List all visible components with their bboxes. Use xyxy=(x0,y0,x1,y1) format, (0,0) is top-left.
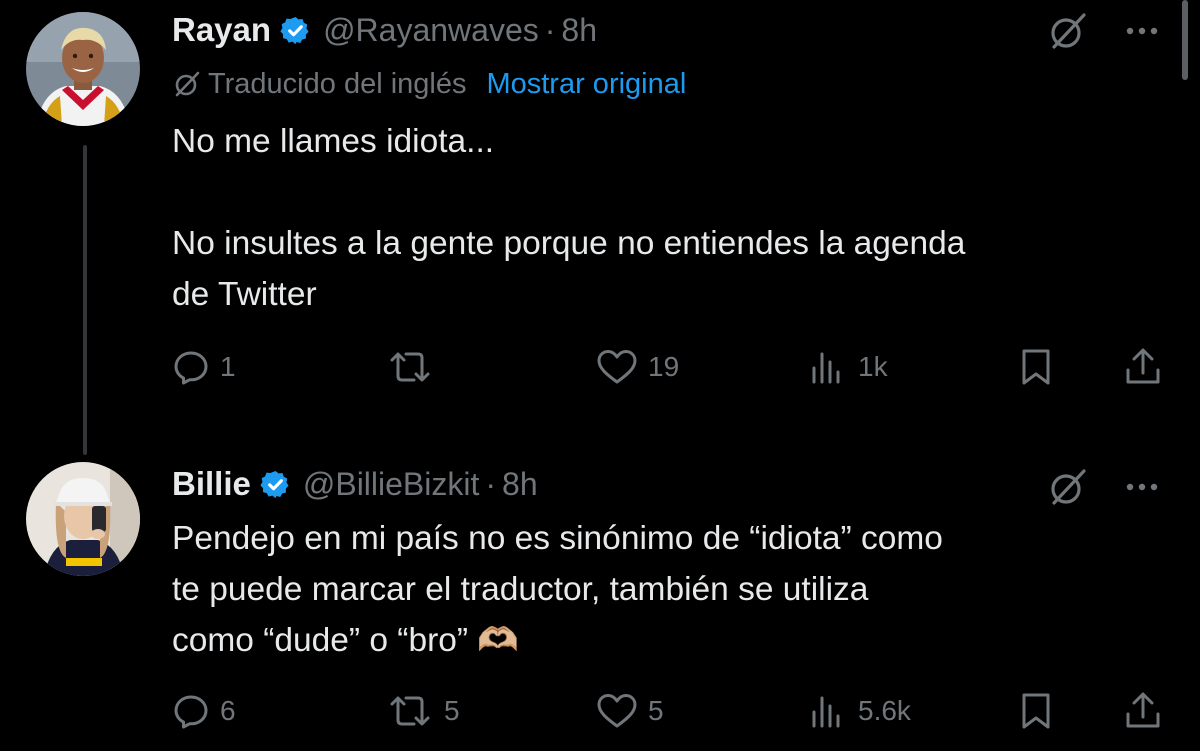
retweet-icon xyxy=(390,696,430,726)
thread-line xyxy=(83,145,87,455)
share-icon xyxy=(1126,692,1160,728)
like-count: 19 xyxy=(648,351,680,382)
bookmark-button[interactable] xyxy=(1016,686,1056,736)
tweet-header: Billie @BillieBizkit · 8h xyxy=(172,462,538,506)
bookmark-icon xyxy=(1022,693,1050,729)
user-handle[interactable]: @Rayanwaves xyxy=(323,12,539,49)
views-icon xyxy=(812,696,840,728)
translated-label: Traducido del inglés xyxy=(208,67,467,100)
user-handle[interactable]: @BillieBizkit xyxy=(303,466,480,503)
view-count: 1k xyxy=(858,351,888,382)
reply-button[interactable]: 1 xyxy=(172,342,236,392)
bookmark-icon xyxy=(1022,349,1050,385)
reply-button[interactable]: 6 xyxy=(172,686,236,736)
more-icon[interactable] xyxy=(1120,9,1164,53)
translation-notice: Traducido del inglés Mostrar original xyxy=(172,64,686,104)
action-bar: 1 19 1k xyxy=(172,342,1172,392)
scrollbar[interactable] xyxy=(1182,0,1188,80)
action-bar: 6 5 5 5.6k xyxy=(172,686,1172,736)
retweet-button[interactable]: 5 xyxy=(386,686,460,736)
reply-icon xyxy=(174,695,208,729)
like-icon xyxy=(597,350,637,384)
reply-count: 6 xyxy=(220,695,236,726)
timestamp[interactable]: 8h xyxy=(502,466,538,503)
views-button[interactable]: 1k xyxy=(808,342,888,392)
timestamp[interactable]: 8h xyxy=(561,12,597,49)
translate-icon xyxy=(175,71,200,97)
grok-icon[interactable] xyxy=(1046,465,1090,509)
display-name[interactable]: Rayan xyxy=(172,11,271,49)
bookmark-button[interactable] xyxy=(1016,342,1056,392)
separator-dot: · xyxy=(544,11,556,48)
tweet-text: Pendejo en mi país no es sinónimo de “id… xyxy=(172,520,943,659)
reply-count: 1 xyxy=(220,351,236,382)
avatar-rayan[interactable] xyxy=(26,12,140,126)
views-icon xyxy=(812,352,840,384)
view-count: 5.6k xyxy=(858,695,911,726)
retweet-icon xyxy=(390,352,430,382)
share-button[interactable] xyxy=(1122,686,1164,736)
retweet-count: 5 xyxy=(444,695,460,726)
tweet-text: No me llames idiota... No insultes a la … xyxy=(172,123,966,313)
views-button[interactable]: 5.6k xyxy=(808,686,911,736)
like-button[interactable]: 19 xyxy=(596,342,679,392)
grok-icon[interactable] xyxy=(1046,9,1090,53)
like-icon xyxy=(597,694,637,728)
share-button[interactable] xyxy=(1122,342,1164,392)
verified-badge-icon xyxy=(280,16,309,44)
tweet-rayan[interactable]: Rayan @Rayanwaves · 8h Traducido del ing… xyxy=(0,0,1200,455)
share-icon xyxy=(1126,348,1160,384)
reply-icon xyxy=(174,351,208,385)
display-name[interactable]: Billie xyxy=(172,465,251,503)
verified-badge-icon xyxy=(260,470,289,498)
avatar-billie[interactable] xyxy=(26,462,140,576)
show-original-link[interactable]: Mostrar original xyxy=(486,68,686,101)
like-button[interactable]: 5 xyxy=(596,686,664,736)
retweet-button[interactable] xyxy=(386,342,444,392)
separator-dot: · xyxy=(485,465,497,502)
like-count: 5 xyxy=(648,695,664,726)
tweet-header: Rayan @Rayanwaves · 8h xyxy=(172,8,597,52)
more-icon[interactable] xyxy=(1120,465,1164,509)
tweet-billie[interactable]: Billie @BillieBizkit · 8h Pendejo en mi … xyxy=(0,440,1200,751)
